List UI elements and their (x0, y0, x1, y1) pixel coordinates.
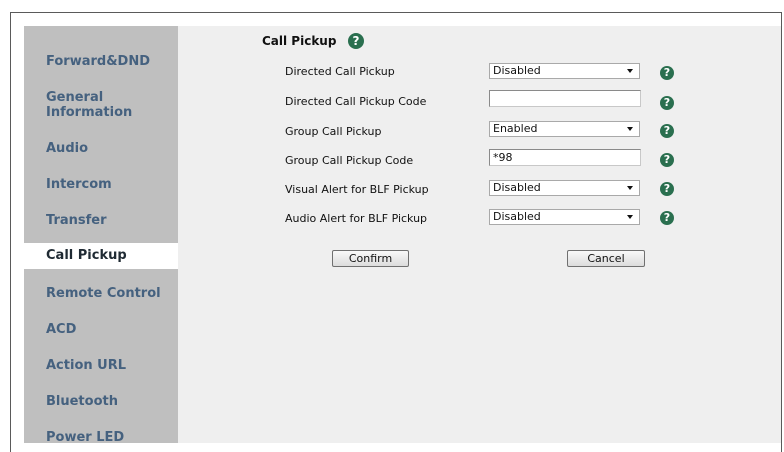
directed-call-pickup-label: Directed Call Pickup (285, 65, 395, 78)
sidebar-item-transfer[interactable]: Transfer (24, 213, 178, 228)
audio-alert-blf-pickup-value: Disabled (493, 210, 541, 223)
directed-call-pickup-select[interactable]: Disabled (489, 63, 640, 79)
group-call-pickup-label: Group Call Pickup (285, 125, 382, 138)
directed-call-pickup-code-input[interactable] (489, 90, 641, 107)
sidebar-item-remote-control[interactable]: Remote Control (24, 286, 178, 301)
group-call-pickup-code-label: Group Call Pickup Code (285, 154, 414, 167)
directed-call-pickup-code-label: Directed Call Pickup Code (285, 95, 427, 108)
question-mark-icon[interactable]: ? (660, 211, 674, 225)
sidebar-item-call-pickup[interactable]: Call Pickup (24, 243, 186, 269)
sidebar-item-intercom[interactable]: Intercom (24, 177, 178, 192)
question-mark-icon[interactable]: ? (660, 96, 674, 110)
sidebar-item-bluetooth[interactable]: Bluetooth (24, 394, 178, 409)
visual-alert-blf-pickup-select[interactable]: Disabled (489, 180, 640, 196)
chevron-down-icon (627, 186, 633, 190)
audio-alert-blf-pickup-select[interactable]: Disabled (489, 209, 640, 225)
group-call-pickup-code-input[interactable] (489, 149, 641, 166)
confirm-button[interactable]: Confirm (332, 250, 409, 267)
directed-call-pickup-value: Disabled (493, 64, 541, 77)
sidebar-item-general-information[interactable]: General Information (24, 90, 178, 120)
group-call-pickup-select[interactable]: Enabled (489, 121, 640, 137)
chevron-down-icon (627, 69, 633, 73)
visual-alert-blf-pickup-label: Visual Alert for BLF Pickup (285, 183, 429, 196)
sidebar: Forward&DND General Information Audio In… (24, 26, 186, 445)
group-call-pickup-value: Enabled (493, 122, 538, 135)
question-mark-icon[interactable]: ? (348, 33, 364, 49)
sidebar-item-forward-dnd[interactable]: Forward&DND (24, 54, 178, 69)
question-mark-icon[interactable]: ? (660, 66, 674, 80)
chevron-down-icon (627, 127, 633, 131)
cancel-button[interactable]: Cancel (567, 250, 645, 267)
sidebar-item-action-url[interactable]: Action URL (24, 358, 178, 373)
question-mark-icon[interactable]: ? (660, 124, 674, 138)
audio-alert-blf-pickup-label: Audio Alert for BLF Pickup (285, 212, 428, 225)
question-mark-icon[interactable]: ? (660, 182, 674, 196)
content-panel (178, 26, 781, 443)
section-title: Call Pickup (262, 34, 337, 48)
visual-alert-blf-pickup-value: Disabled (493, 181, 541, 194)
question-mark-icon[interactable]: ? (660, 153, 674, 167)
sidebar-item-audio[interactable]: Audio (24, 141, 178, 156)
chevron-down-icon (627, 215, 633, 219)
sidebar-item-acd[interactable]: ACD (24, 322, 178, 337)
